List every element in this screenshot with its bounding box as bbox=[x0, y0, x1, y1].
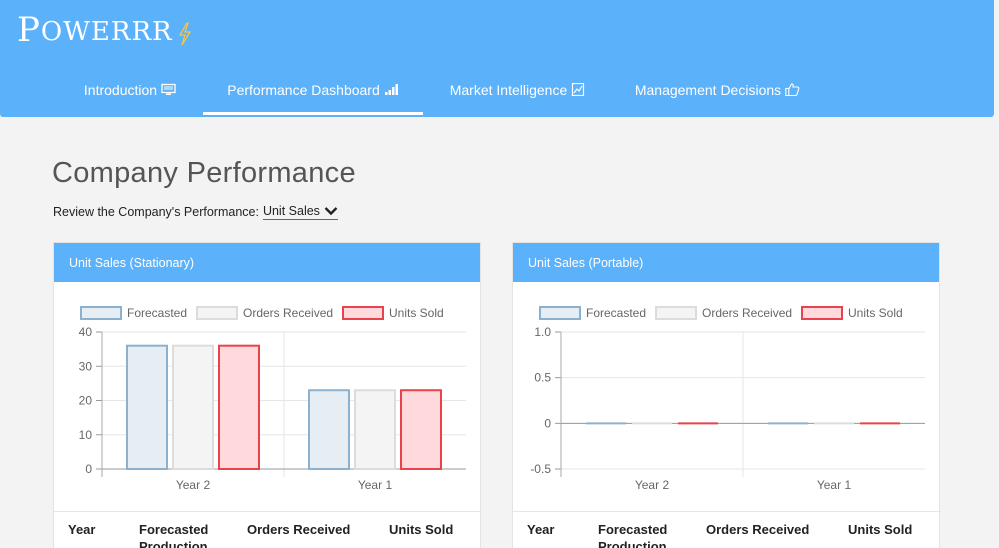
col-orders-received: Orders Received bbox=[706, 522, 810, 537]
legend-item: Units Sold bbox=[801, 306, 903, 320]
x-tick-label: Year 2 bbox=[176, 478, 211, 492]
nav-performance-label: Performance Dashboard bbox=[227, 81, 380, 98]
main-nav: Introduction Performance Dashboard Marke… bbox=[0, 62, 994, 117]
metric-select[interactable]: Unit Sales bbox=[262, 204, 338, 220]
nav-management-label: Management Decisions bbox=[634, 81, 782, 98]
y-tick-label: 20 bbox=[79, 394, 93, 408]
metric-select-value: Unit Sales bbox=[262, 204, 320, 218]
col-year: Year bbox=[68, 522, 96, 537]
legend-item: Units Sold bbox=[342, 306, 444, 320]
legend-label: Forecasted bbox=[586, 306, 646, 320]
bar bbox=[308, 389, 350, 470]
col-forecasted-production: Forecasted Production bbox=[139, 522, 209, 548]
nav-market-label: Market Intelligence bbox=[449, 81, 568, 98]
col-units-sold: Units Sold bbox=[389, 522, 454, 537]
chevron-down-icon bbox=[324, 207, 338, 216]
x-tick-label: Year 1 bbox=[817, 478, 852, 492]
y-tick-label: 10 bbox=[79, 428, 93, 442]
stationary-sales-chart: Forecasted Orders Received Units Sold 40 30 2… bbox=[79, 306, 466, 492]
signal-bars-icon bbox=[384, 84, 398, 95]
bar bbox=[400, 389, 442, 470]
nav-market-intelligence[interactable]: Market Intelligence bbox=[438, 62, 598, 117]
monitor-icon bbox=[161, 83, 176, 95]
y-tick-label: -0.5 bbox=[530, 462, 551, 476]
legend-item: Forecasted bbox=[80, 306, 187, 320]
legend-swatch bbox=[539, 306, 581, 320]
nav-introduction[interactable]: Introduction bbox=[70, 62, 190, 117]
col-forecasted-production: Forecasted Production bbox=[598, 522, 668, 548]
lightning-bolt-icon bbox=[178, 22, 191, 46]
legend-swatch bbox=[342, 306, 384, 320]
x-tick-label: Year 1 bbox=[358, 478, 393, 492]
thumbs-up-icon bbox=[785, 83, 800, 96]
col-orders-received: Orders Received bbox=[247, 522, 351, 537]
y-tick-label: 0 bbox=[544, 416, 551, 430]
legend-item: Forecasted bbox=[539, 306, 646, 320]
legend-label: Units Sold bbox=[389, 306, 444, 320]
portable-table-header: Year Forecasted Production Orders Receiv… bbox=[513, 511, 941, 548]
stationary-table-header: Year Forecasted Production Orders Receiv… bbox=[54, 511, 482, 548]
y-tick-label: 30 bbox=[79, 359, 93, 373]
stationary-sales-card: Unit Sales (Stationary) Forecasted Orders… bbox=[53, 242, 482, 548]
legend-swatch bbox=[80, 306, 122, 320]
legend-swatch bbox=[801, 306, 843, 320]
portable-sales-card: Unit Sales (Portable) Forecasted Orders R… bbox=[512, 242, 941, 548]
card-header: Unit Sales (Portable) bbox=[513, 243, 939, 282]
bar bbox=[172, 344, 214, 471]
legend-swatch bbox=[196, 306, 238, 320]
y-tick-label: 40 bbox=[79, 325, 93, 339]
brand-logo[interactable]: P OWERRR bbox=[17, 10, 193, 50]
bar bbox=[354, 389, 396, 470]
card-header: Unit Sales (Stationary) bbox=[54, 243, 480, 282]
legend-label: Orders Received bbox=[243, 306, 333, 320]
legend-item: Orders Received bbox=[655, 306, 792, 320]
bar bbox=[126, 344, 168, 471]
x-tick-label: Year 2 bbox=[635, 478, 670, 492]
page-title: Company Performance bbox=[52, 157, 356, 189]
review-row: Review the Company's Performance: Unit S… bbox=[53, 204, 338, 220]
brand-rest: OWERRR bbox=[40, 17, 173, 47]
nav-management-decisions[interactable]: Management Decisions bbox=[625, 62, 810, 117]
nav-introduction-label: Introduction bbox=[83, 81, 158, 98]
legend-label: Forecasted bbox=[127, 306, 187, 320]
col-units-sold: Units Sold bbox=[848, 522, 913, 537]
legend-label: Units Sold bbox=[848, 306, 903, 320]
portable-sales-chart: Forecasted Orders Received Units Sold 1.0 0.… bbox=[530, 306, 925, 492]
legend-swatch bbox=[655, 306, 697, 320]
review-label: Review the Company's Performance: bbox=[53, 205, 259, 219]
legend-label: Orders Received bbox=[702, 306, 792, 320]
line-chart-icon bbox=[572, 83, 585, 96]
y-tick-label: 1.0 bbox=[534, 325, 551, 339]
legend-item: Orders Received bbox=[196, 306, 333, 320]
nav-performance-dashboard[interactable]: Performance Dashboard bbox=[203, 62, 423, 117]
top-navbar: P OWERRR Introduction Performance Dashboa… bbox=[0, 0, 994, 117]
col-year: Year bbox=[527, 522, 555, 537]
bar bbox=[218, 344, 260, 471]
y-tick-label: 0 bbox=[85, 462, 92, 476]
brand-initial: P bbox=[17, 10, 41, 50]
y-tick-label: 0.5 bbox=[534, 371, 551, 385]
